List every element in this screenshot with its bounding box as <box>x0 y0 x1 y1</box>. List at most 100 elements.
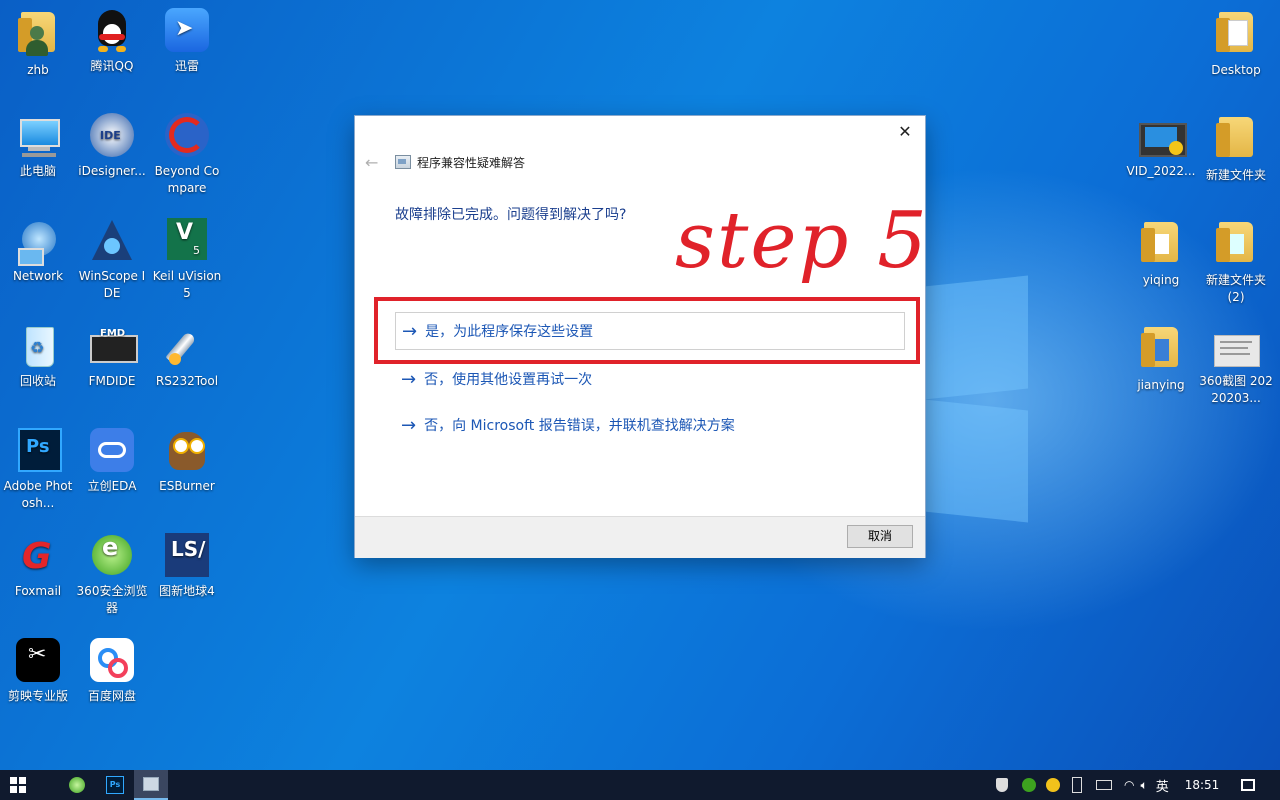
desktop-icon-this-pc[interactable]: 此电脑 <box>0 113 76 180</box>
desktop-icon-label: Network <box>12 269 64 283</box>
folder-icon <box>1137 327 1185 375</box>
desktop-icon-label: 回收站 <box>19 374 56 388</box>
desktop-icon-jianying[interactable]: jianying <box>1123 323 1199 394</box>
desktop-icon-new-folder[interactable]: 新建文件夹 <box>1198 113 1274 184</box>
dialog-title: 程序兼容性疑难解答 <box>417 155 526 170</box>
taskbar-360-browser[interactable] <box>60 770 94 800</box>
desktop-icon-label: Desktop <box>1211 63 1261 77</box>
cloud-eda-icon <box>88 428 136 476</box>
troubleshooter-icon <box>143 777 159 791</box>
desktop-icon-360-screenshot[interactable]: 360截图 20220203... <box>1198 323 1274 407</box>
desktop-icon-label: 立创EDA <box>87 479 137 493</box>
desktop-icon-label: iDesigner... <box>78 164 146 178</box>
desktop-icon-qq[interactable]: 腾讯QQ <box>74 8 150 75</box>
photoshop-icon: Ps <box>106 776 124 794</box>
desktop-icon-earth4[interactable]: LS/ 图新地球4 <box>149 533 225 600</box>
desktop-icon-esburner[interactable]: ESBurner <box>149 428 225 495</box>
rocket-icon <box>163 323 211 371</box>
desktop-icon-zhb[interactable]: zhb <box>0 8 76 79</box>
clock[interactable]: 18:51 <box>1185 778 1220 792</box>
desktop-icon-desktop[interactable]: Desktop <box>1198 8 1274 79</box>
desktop-icon-label: 腾讯QQ <box>90 59 134 73</box>
option-label: 否，使用其他设置再试一次 <box>424 372 593 388</box>
idesigner-icon: IDE <box>88 113 136 161</box>
desktop-icon-idesigner[interactable]: IDE iDesigner... <box>74 113 150 180</box>
360-browser-icon <box>69 777 85 793</box>
document-folder-icon <box>1212 12 1260 60</box>
dialog-question: 故障排除已完成。问题得到解决了吗? <box>395 207 627 223</box>
battery-icon[interactable] <box>1096 780 1112 790</box>
desktop-icon-network[interactable]: Network <box>0 218 76 285</box>
baidu-netdisk-icon <box>88 638 136 686</box>
desktop-icon-recycle-bin[interactable]: ♻ 回收站 <box>0 323 76 390</box>
option-label: 否，向 Microsoft 报告错误，并联机查找解决方案 <box>424 418 735 434</box>
desktop-icon-yiqing[interactable]: yiqing <box>1123 218 1199 289</box>
folder-icon <box>1212 117 1260 165</box>
desktop-icon-label: VID_2022... <box>1126 164 1196 178</box>
photoshop-icon: Ps <box>14 428 62 476</box>
desktop-icon-photoshop[interactable]: Ps Adobe Photosh... <box>0 428 76 512</box>
cancel-button[interactable]: 取消 <box>847 525 913 548</box>
arrow-right-icon: → <box>401 414 417 436</box>
close-icon[interactable]: ✕ <box>893 120 917 144</box>
ime-indicator[interactable]: 英 <box>1156 776 1169 795</box>
recycle-bin-icon: ♻ <box>14 323 62 371</box>
taskbar: Ps ◠ 🔈︎ 英 18:51 <box>0 770 1280 800</box>
notification-icon[interactable] <box>1241 779 1256 791</box>
desktop-icon-label: WinScope IDE <box>78 269 146 300</box>
back-arrow-icon[interactable]: ← <box>365 153 383 172</box>
keil-icon: V 5 <box>163 218 211 266</box>
360-security-icon[interactable] <box>1022 778 1036 792</box>
desktop-icon-360-browser[interactable]: e 360安全浏览器 <box>74 533 150 617</box>
desktop-icon-label: Beyond Compare <box>154 164 220 195</box>
volume-icon[interactable]: 🔈︎ <box>1140 778 1147 793</box>
desktop-icon-label: yiqing <box>1142 273 1180 287</box>
desktop-icon-label: 新建文件夹 <box>1205 168 1266 182</box>
qq-penguin-icon <box>88 8 136 56</box>
desktop-icon-label: jianying <box>1137 378 1185 392</box>
desktop-icon-label: FMDIDE <box>88 374 136 388</box>
desktop-icon-label: Adobe Photosh... <box>3 479 73 510</box>
desktop-icon-video[interactable]: VID_2022... <box>1123 113 1199 180</box>
network-globe-icon <box>14 218 62 266</box>
computer-icon <box>14 113 62 161</box>
taskbar-troubleshooter[interactable] <box>134 770 168 800</box>
step-annotation: step 5 <box>675 196 929 286</box>
desktop-icon-label: 360安全浏览器 <box>76 584 148 615</box>
desktop-icon-rs232tool[interactable]: RS232Tool <box>149 323 225 390</box>
360-browser-icon: e <box>88 533 136 581</box>
desktop-icon-capcut[interactable]: ✂ 剪映专业版 <box>0 638 76 705</box>
desktop-icon-keil[interactable]: V 5 Keil uVision5 <box>149 218 225 302</box>
desktop-icon-label: Foxmail <box>14 584 62 598</box>
desktop-icon-foxmail[interactable]: G Foxmail <box>0 533 76 600</box>
owl-icon <box>163 428 211 476</box>
desktop-icon-lceda[interactable]: 立创EDA <box>74 428 150 495</box>
desktop-icon-winscope[interactable]: WinScope IDE <box>74 218 150 302</box>
360-plus-icon[interactable] <box>1046 778 1060 792</box>
usb-device-icon[interactable] <box>1072 777 1082 793</box>
arrow-right-icon: → <box>401 368 417 390</box>
wifi-icon[interactable]: ◠ <box>1124 778 1134 792</box>
desktop-icon-label: 此电脑 <box>19 164 56 178</box>
capcut-icon: ✂ <box>14 638 62 686</box>
desktop-icon-label: zhb <box>27 63 49 77</box>
troubleshooter-icon <box>395 155 411 169</box>
dialog-header: ← 程序兼容性疑难解答 <box>365 152 525 172</box>
option-try-other-settings[interactable]: → 否，使用其他设置再试一次 <box>395 360 905 398</box>
shield-icon[interactable] <box>996 778 1008 792</box>
system-tray: ◠ 🔈︎ 英 18:51 <box>996 770 1256 800</box>
desktop-icon-thunder[interactable]: ➤ 迅雷 <box>149 8 225 75</box>
taskbar-photoshop[interactable]: Ps <box>98 770 132 800</box>
option-report-to-microsoft[interactable]: → 否，向 Microsoft 报告错误，并联机查找解决方案 <box>395 406 905 444</box>
highlight-box <box>374 297 920 364</box>
desktop-icon-baidu-netdisk[interactable]: 百度网盘 <box>74 638 150 705</box>
start-button[interactable] <box>0 770 36 800</box>
desktop-icon-label: 百度网盘 <box>87 689 136 703</box>
desktop-icon-beyond-compare[interactable]: Beyond Compare <box>149 113 225 197</box>
desktop-icon-new-folder-2[interactable]: 新建文件夹 (2) <box>1198 218 1274 306</box>
desktop-icon-fmdide[interactable]: FMD FMDIDE <box>74 323 150 390</box>
desktop-icon-label: 迅雷 <box>174 59 199 73</box>
fmd-chip-icon: FMD <box>88 323 138 371</box>
screenshot-image-icon <box>1212 323 1260 371</box>
desktop-icon-label: 360截图 20220203... <box>1199 374 1273 405</box>
